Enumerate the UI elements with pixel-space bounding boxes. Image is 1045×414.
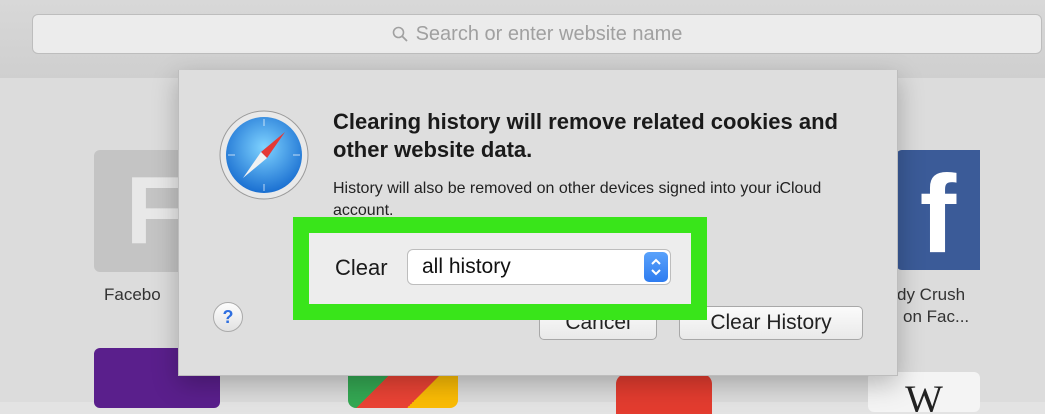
clear-range-value: all history [422, 255, 511, 278]
tile-letter: F [125, 157, 185, 264]
label-line-2: on Fac... [903, 307, 970, 326]
facebook-logo-icon: f [919, 153, 957, 270]
safari-compass-icon [219, 110, 309, 200]
favorite-tile-wikipedia[interactable]: W [868, 372, 980, 412]
clear-range-row: Clear all history [309, 233, 691, 304]
favorite-tile-youtube[interactable] [616, 374, 712, 414]
search-icon [392, 26, 408, 42]
help-button[interactable]: ? [213, 302, 243, 332]
browser-toolbar: Search or enter website name [0, 0, 1045, 78]
favorite-tile-candy-crush[interactable]: f [896, 150, 980, 270]
dialog-message: History will also be removed on other de… [333, 180, 822, 219]
wikipedia-logo-icon: W [905, 377, 943, 412]
favorite-label-candy-crush: dy Crush on Fac... [897, 284, 969, 328]
select-stepper[interactable] [644, 252, 668, 282]
highlight-box: Clear all history [293, 217, 707, 320]
dialog-title: Clearing history will remove related coo… [333, 109, 838, 162]
search-input[interactable]: Search or enter website name [32, 14, 1042, 54]
search-placeholder: Search or enter website name [415, 22, 683, 45]
label-line-1: dy Crush [897, 285, 966, 304]
clear-range-label: Clear [335, 255, 388, 280]
favorite-label-facebook: Facebo [104, 285, 161, 304]
chevron-up-down-icon [651, 258, 661, 276]
clear-range-select[interactable]: all history [407, 249, 671, 285]
